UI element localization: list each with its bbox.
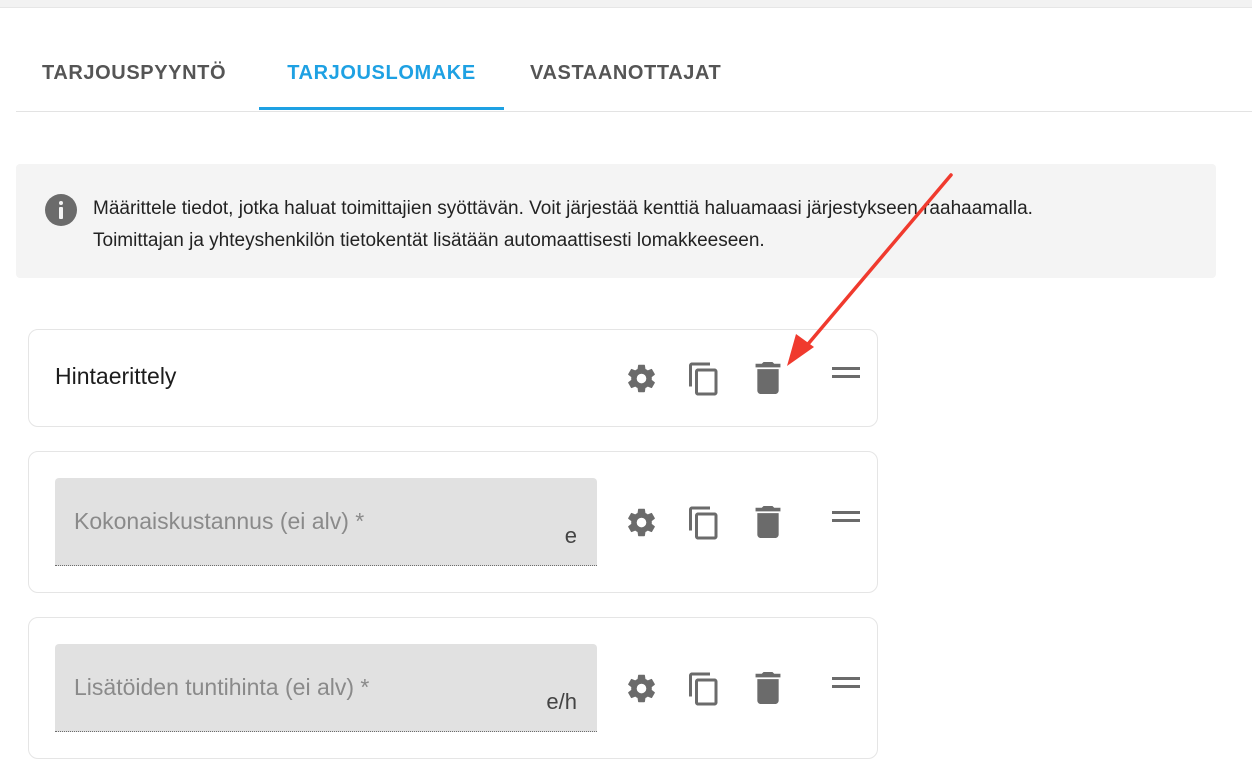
gear-icon[interactable] (625, 362, 658, 395)
info-text: Määrittele tiedot, jotka haluat toimitta… (93, 193, 1193, 257)
info-banner: Määrittele tiedot, jotka haluat toimitta… (16, 164, 1216, 278)
tab-tarjouspyynto[interactable]: TARJOUSPYYNTÖ (42, 36, 226, 110)
info-line-1: Määrittele tiedot, jotka haluat toimitta… (93, 198, 1033, 219)
field-unit-suffix: e/h (546, 689, 577, 714)
trash-icon[interactable] (754, 672, 782, 704)
field-unit-suffix: e (564, 523, 577, 548)
info-icon (45, 194, 77, 226)
tab-vastaanottajat[interactable]: VASTAANOTTAJAT (530, 36, 721, 110)
tab-tarjouslomake[interactable]: TARJOUSLOMAKE (259, 36, 504, 110)
copy-icon[interactable] (686, 504, 722, 542)
section-title[interactable]: Hintaerittely (55, 363, 176, 390)
lisatoiden-tuntihinta-field[interactable]: Lisätöiden tuntihinta (ei alv) * e/h (55, 644, 597, 732)
drag-handle-icon[interactable] (832, 366, 860, 380)
gear-icon[interactable] (625, 672, 658, 705)
trash-icon[interactable] (754, 506, 782, 538)
trash-icon[interactable] (754, 362, 782, 394)
info-line-2: Toimittajan ja yhteyshenkilön tietokentä… (93, 230, 765, 251)
form-field-card: Kokonaiskustannus (ei alv) * e (28, 451, 878, 593)
active-tab-indicator (259, 107, 504, 110)
form-section-card: Hintaerittely (28, 329, 878, 427)
field-placeholder: Kokonaiskustannus (ei alv) * (74, 508, 365, 534)
copy-icon[interactable] (686, 360, 722, 398)
form-field-card: Lisätöiden tuntihinta (ei alv) * e/h (28, 617, 878, 759)
drag-handle-icon[interactable] (832, 510, 860, 524)
kokonaiskustannus-field[interactable]: Kokonaiskustannus (ei alv) * e (55, 478, 597, 566)
field-placeholder: Lisätöiden tuntihinta (ei alv) * (74, 674, 370, 700)
gear-icon[interactable] (625, 506, 658, 539)
tab-bar: TARJOUSPYYNTÖ TARJOUSLOMAKE VASTAANOTTAJ… (16, 36, 1252, 112)
drag-handle-icon[interactable] (832, 676, 860, 690)
top-bar (0, 0, 1252, 8)
copy-icon[interactable] (686, 670, 722, 708)
